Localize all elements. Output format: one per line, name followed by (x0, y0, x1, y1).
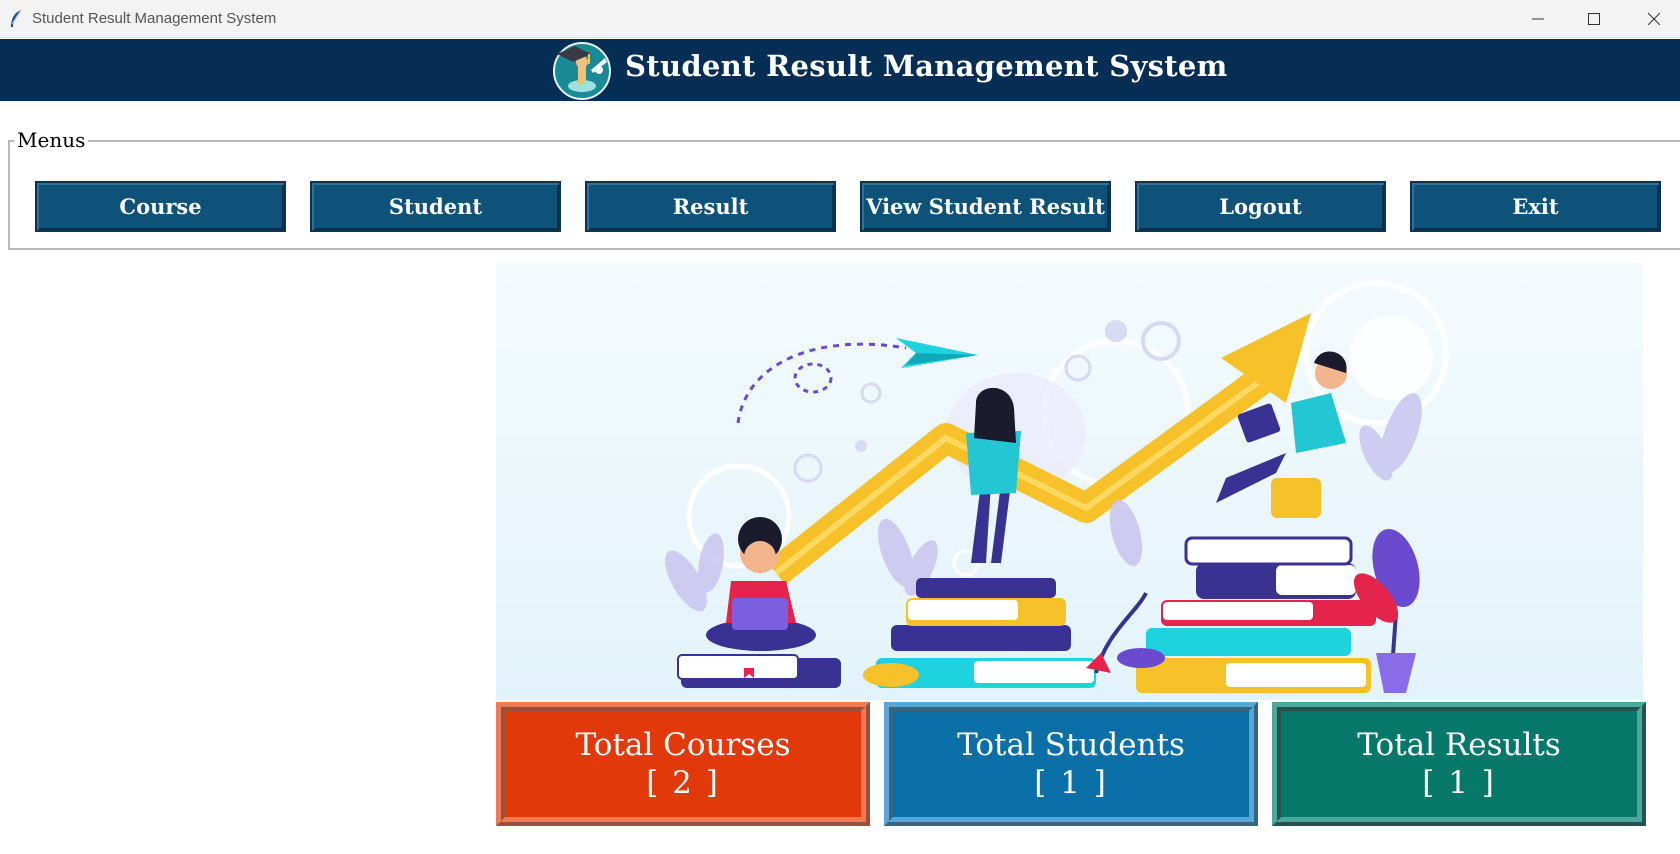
app-header: Student Result Management System (0, 39, 1680, 101)
total-results-value: [ 1 ] (1422, 765, 1496, 801)
maximize-icon (1588, 13, 1600, 25)
window-title: Student Result Management System (32, 10, 277, 27)
course-button[interactable]: Course (35, 181, 286, 232)
window-titlebar: Student Result Management System (0, 0, 1680, 38)
graduation-cap-logo-icon (553, 42, 611, 100)
total-students-card: Total Students [ 1 ] (884, 702, 1258, 826)
total-results-card: Total Results [ 1 ] (1272, 702, 1646, 826)
exit-button[interactable]: Exit (1410, 181, 1661, 232)
total-courses-card: Total Courses [ 2 ] (496, 702, 870, 826)
minimize-button[interactable] (1512, 0, 1564, 38)
total-courses-label: Total Courses (575, 727, 791, 763)
close-icon (1648, 13, 1660, 25)
student-button[interactable]: Student (310, 181, 561, 232)
result-button[interactable]: Result (585, 181, 836, 232)
total-courses-value: [ 2 ] (646, 765, 720, 801)
total-students-value: [ 1 ] (1034, 765, 1108, 801)
minimize-icon (1532, 18, 1544, 20)
feather-app-icon (11, 9, 22, 27)
maximize-button[interactable] (1568, 0, 1620, 38)
view-student-result-button[interactable]: View Student Result (860, 181, 1111, 232)
hero-illustration (496, 263, 1643, 700)
menus-legend: Menus (14, 128, 89, 152)
logout-button[interactable]: Logout (1135, 181, 1386, 232)
total-students-label: Total Students (957, 727, 1185, 763)
close-button[interactable] (1628, 0, 1680, 38)
total-results-label: Total Results (1357, 727, 1561, 763)
students-growth-illustration (665, 280, 1449, 693)
app-header-title: Student Result Management System (625, 49, 1228, 83)
